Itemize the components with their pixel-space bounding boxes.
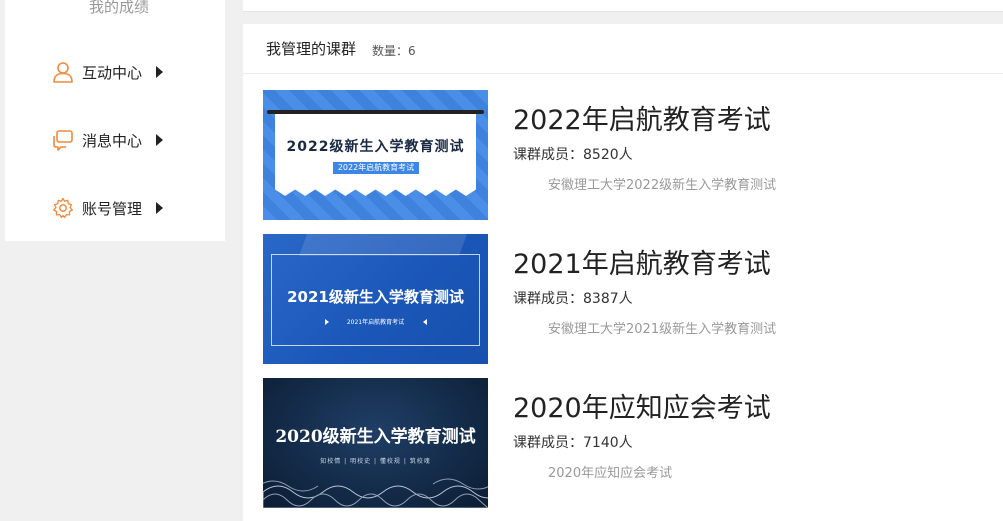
paper-banner: 2022级新生入学教育测试 2022年启航教育考试 (275, 114, 476, 196)
group-cover-image[interactable]: 2020级新生入学教育测试 知校情 | 明校史 | 懂校规 | 筑校魂 (263, 378, 488, 508)
message-icon (51, 128, 75, 152)
group-title[interactable]: 2021年启航教育考试 (513, 242, 771, 281)
group-members: 课群成员：8520人 (513, 147, 633, 163)
wave-decoration (263, 478, 488, 508)
caret-right-icon (156, 134, 164, 146)
group-description: 安徽理工大学2022级新生入学教育测试 (548, 178, 777, 193)
user-icon (51, 60, 75, 84)
group-cover-image[interactable]: 2021级新生入学教育测试 2021年启航教育考试 (263, 234, 488, 364)
sidebar-item-account-management[interactable]: 账号管理 (51, 193, 164, 223)
sidebar-item-label: 互动中心 (82, 63, 143, 82)
newspaper-decoration (298, 234, 468, 256)
cover-title: 2020级新生入学教育测试 (275, 427, 476, 447)
cover-title: 2021级新生入学教育测试 (287, 288, 464, 306)
cover-subtitle: 知校情 | 明校史 | 懂校规 | 筑校魂 (320, 458, 431, 465)
group-title[interactable]: 2020年应知应会考试 (513, 386, 771, 425)
group-description: 安徽理工大学2021级新生入学教育测试 (548, 322, 777, 337)
sidebar-item-my-grades[interactable]: 我的成绩 (5, 0, 225, 17)
group-card[interactable]: 2021级新生入学教育测试 2021年启航教育考试 2021年启航教育考试 课群… (263, 234, 983, 364)
group-card[interactable]: 2020级新生入学教育测试 知校情 | 明校史 | 懂校规 | 筑校魂 2020… (263, 378, 983, 508)
group-count: 数量：6 (372, 43, 416, 58)
sidebar-item-message-center[interactable]: 消息中心 (51, 125, 164, 155)
panel-header: 我管理的课群 数量：6 (243, 24, 1003, 74)
managed-groups-panel: 我管理的课群 数量：6 2022级新生入学教育测试 2022年启航教育考试 20… (243, 24, 1003, 521)
sidebar-item-label: 账号管理 (82, 199, 143, 218)
panel-title: 我管理的课群 (266, 40, 357, 58)
cover-subtitle: 2022年启航教育考试 (333, 162, 419, 174)
group-description: 2020年应知应会考试 (548, 466, 673, 481)
sidebar-item-label: 消息中心 (82, 131, 143, 150)
group-card[interactable]: 2022级新生入学教育测试 2022年启航教育考试 2022年启航教育考试 课群… (263, 90, 983, 220)
triangle-left-icon (423, 319, 427, 325)
group-cover-image[interactable]: 2022级新生入学教育测试 2022年启航教育考试 (263, 90, 488, 220)
scroll-bar-decoration (267, 110, 484, 114)
gear-icon (51, 196, 75, 220)
cover-title: 2022级新生入学教育测试 (286, 139, 465, 155)
caret-right-icon (156, 66, 164, 78)
group-members: 课群成员：7140人 (513, 435, 633, 451)
caret-right-icon (156, 202, 164, 214)
sidebar: 我的成绩 互动中心 消息中心 账号管理 (5, 0, 225, 241)
group-members: 课群成员：8387人 (513, 291, 633, 307)
group-title[interactable]: 2022年启航教育考试 (513, 98, 771, 137)
top-panel (243, 0, 1003, 12)
cover-subtitle: 2021年启航教育考试 (346, 319, 405, 326)
sidebar-item-interaction-center[interactable]: 互动中心 (51, 57, 164, 87)
